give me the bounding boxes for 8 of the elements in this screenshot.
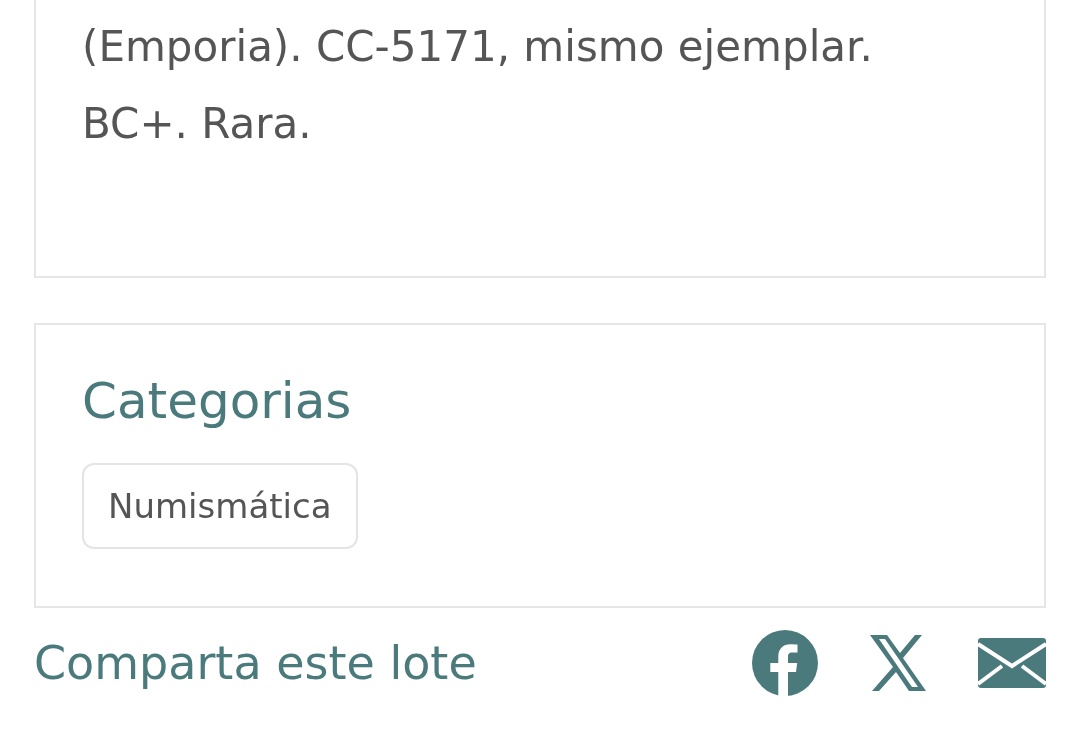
categories-heading: Categorias xyxy=(82,371,353,431)
description-text: BC+. Rara. xyxy=(82,98,313,150)
description-text: (Emporia). CC-5171, mismo ejemplar. xyxy=(82,21,874,73)
x-logo-icon[interactable] xyxy=(868,635,928,691)
share-label: Comparta este lote xyxy=(34,636,477,690)
facebook-icon[interactable] xyxy=(752,630,818,696)
mail-icon[interactable] xyxy=(978,638,1046,688)
category-tag[interactable]: Numismática xyxy=(82,463,358,549)
